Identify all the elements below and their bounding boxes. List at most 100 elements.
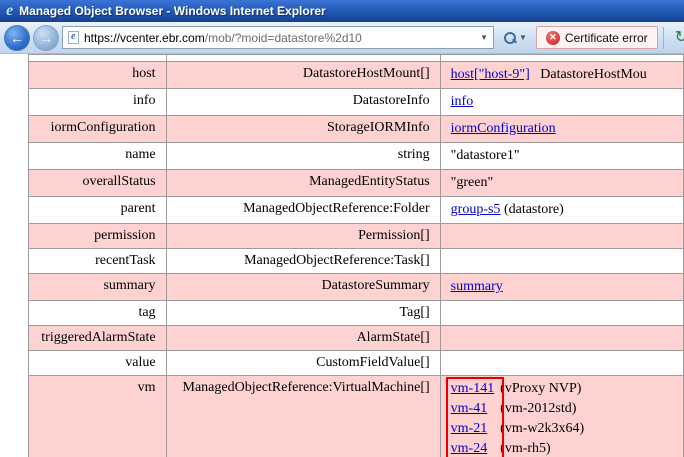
mob-link[interactable]: group-s5 [451, 202, 501, 217]
certificate-error-badge[interactable]: ✕ Certificate error [536, 26, 658, 49]
property-value [440, 326, 683, 351]
property-value: iormConfiguration [440, 116, 683, 143]
value-line: "datastore1" [451, 146, 673, 166]
property-type: ManagedObjectReference:VirtualMachine[] [166, 376, 440, 457]
property-value: group-s5 (datastore) [440, 197, 683, 224]
property-name: value [29, 351, 167, 376]
search-button[interactable]: ▼ [497, 26, 533, 49]
table-row: summaryDatastoreSummarysummary [29, 274, 684, 301]
value-text: (datastore) [500, 202, 563, 217]
value-text: "datastore1" [451, 148, 520, 163]
value-text: (vm-w2k3x64) [497, 421, 585, 436]
table-row-partial [29, 55, 684, 62]
property-name: parent [29, 197, 167, 224]
mob-table-body: hostDatastoreHostMount[] host["host-9"] D… [29, 55, 684, 457]
property-value: "green" [440, 170, 683, 197]
property-value [440, 249, 683, 274]
property-type: CustomFieldValue[] [166, 351, 440, 376]
property-value [440, 351, 683, 376]
page-icon [68, 31, 79, 44]
property-value: info [440, 89, 683, 116]
page-content: hostDatastoreHostMount[] host["host-9"] D… [0, 54, 684, 457]
property-type: DatastoreInfo [166, 89, 440, 116]
property-name: triggeredAlarmState [29, 326, 167, 351]
property-type [166, 55, 440, 62]
ie-logo-icon: e [6, 3, 13, 19]
value-line: summary [451, 277, 673, 297]
property-type: DatastoreSummary [166, 274, 440, 301]
property-value: summary [440, 274, 683, 301]
value-text: "green" [451, 175, 494, 190]
property-value: vm-141 (vProxy NVP)vm-41 (vm-2012std)vm-… [440, 376, 683, 457]
property-type: ManagedObjectReference:Task[] [166, 249, 440, 274]
value-line: host["host-9"] DatastoreHostMou [451, 65, 673, 85]
property-value: "datastore1" [440, 143, 683, 170]
table-row: hostDatastoreHostMount[] host["host-9"] D… [29, 62, 684, 89]
address-input[interactable]: https://vcenter.ebr.com/mob/?moid=datast… [84, 31, 475, 45]
property-name: vm [29, 376, 167, 457]
property-type: Permission[] [166, 224, 440, 249]
property-type: AlarmState[] [166, 326, 440, 351]
property-type: ManagedEntityStatus [166, 170, 440, 197]
property-value [440, 301, 683, 326]
back-button[interactable]: ← [4, 25, 30, 51]
address-dropdown-icon[interactable]: ▼ [480, 33, 488, 42]
mob-link[interactable]: info [451, 94, 474, 109]
value-line: "green" [451, 173, 673, 193]
toolbar-divider [663, 27, 664, 49]
property-name: name [29, 143, 167, 170]
table-row: infoDatastoreInfoinfo [29, 89, 684, 116]
table-row: triggeredAlarmStateAlarmState[] [29, 326, 684, 351]
certificate-error-icon: ✕ [546, 31, 560, 45]
refresh-button[interactable]: ↻ [669, 26, 684, 49]
property-name: summary [29, 274, 167, 301]
value-line: vm-21 (vm-w2k3x64) [451, 419, 585, 439]
value-line: vm-24 (vm-rh5) [451, 439, 585, 457]
mob-link[interactable]: vm-21 [451, 419, 497, 439]
mob-link[interactable]: iormConfiguration [451, 121, 556, 136]
table-row: recentTaskManagedObjectReference:Task[] [29, 249, 684, 274]
forward-arrow-icon: → [39, 30, 53, 46]
value-line: info [451, 92, 673, 112]
mob-link[interactable]: vm-24 [451, 439, 497, 457]
property-name: recentTask [29, 249, 167, 274]
search-icon [503, 31, 516, 44]
mob-link[interactable]: vm-141 [451, 379, 497, 399]
property-value: host["host-9"] DatastoreHostMou [440, 62, 683, 89]
property-value [440, 224, 683, 249]
table-row: tagTag[] [29, 301, 684, 326]
refresh-icon: ↻ [675, 30, 684, 46]
property-value [440, 55, 683, 62]
property-type: ManagedObjectReference:Folder [166, 197, 440, 224]
mob-link[interactable]: vm-41 [451, 399, 497, 419]
property-type: DatastoreHostMount[] [166, 62, 440, 89]
back-arrow-icon: ← [10, 30, 24, 46]
table-row: valueCustomFieldValue[] [29, 351, 684, 376]
property-type: StorageIORMInfo [166, 116, 440, 143]
property-name: permission [29, 224, 167, 249]
property-name: overallStatus [29, 170, 167, 197]
value-text: (vm-2012std) [497, 401, 577, 416]
table-row: vmManagedObjectReference:VirtualMachine[… [29, 376, 684, 457]
table-row: iormConfigurationStorageIORMInfoiormConf… [29, 116, 684, 143]
url-domain: https://vcenter.ebr.com [84, 31, 205, 45]
mob-link[interactable]: summary [451, 279, 503, 294]
mob-table: hostDatastoreHostMount[] host["host-9"] D… [28, 54, 684, 457]
value-line: vm-141 (vProxy NVP) [451, 379, 585, 399]
property-name: host [29, 62, 167, 89]
chevron-down-icon: ▼ [519, 33, 527, 42]
property-type: string [166, 143, 440, 170]
value-text: (vm-rh5) [497, 441, 551, 456]
vm-links-group: vm-141 (vProxy NVP)vm-41 (vm-2012std)vm-… [451, 379, 585, 457]
browser-window: e Managed Object Browser - Windows Inter… [0, 0, 684, 457]
url-path: /mob/?moid=datastore%2d10 [205, 31, 362, 45]
table-row: permissionPermission[] [29, 224, 684, 249]
property-name: iormConfiguration [29, 116, 167, 143]
mob-link[interactable]: host["host-9"] [451, 67, 530, 82]
property-name: tag [29, 301, 167, 326]
window-title: Managed Object Browser - Windows Interne… [19, 4, 326, 18]
address-bar[interactable]: https://vcenter.ebr.com/mob/?moid=datast… [62, 26, 494, 49]
forward-button[interactable]: → [33, 25, 59, 51]
value-line: iormConfiguration [451, 119, 673, 139]
table-row: overallStatusManagedEntityStatus "green" [29, 170, 684, 197]
